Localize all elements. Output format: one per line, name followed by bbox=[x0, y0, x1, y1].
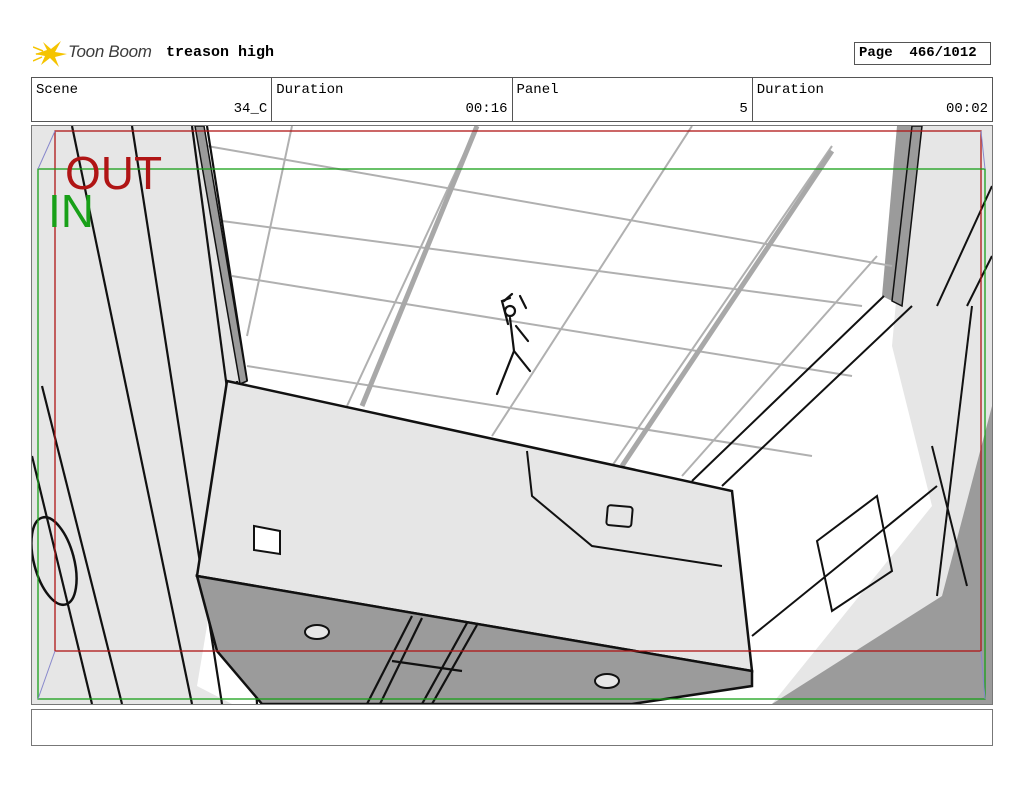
panel-info-bar: Scene 34_C Duration 00:16 Panel 5 Durati… bbox=[31, 77, 993, 122]
storyboard-panel[interactable]: OUT IN bbox=[31, 125, 993, 705]
project-title: treason high bbox=[166, 44, 275, 61]
panel-sketch bbox=[32, 126, 992, 704]
scene-value: 34_C bbox=[233, 101, 268, 117]
panel-label: Panel bbox=[516, 82, 559, 98]
scene-label: Scene bbox=[36, 82, 79, 98]
panel-cell: Panel 5 bbox=[513, 78, 753, 121]
scene-duration-label: Duration bbox=[276, 82, 344, 98]
scene-cell: Scene 34_C bbox=[32, 78, 273, 121]
logo-wordmark: Toon Boom bbox=[68, 42, 152, 61]
scene-duration-value: 00:16 bbox=[465, 101, 508, 117]
page-indicator: Page 466/1012 bbox=[854, 42, 991, 65]
panel-duration-cell: Duration 00:02 bbox=[753, 78, 992, 121]
panel-duration-value: 00:02 bbox=[945, 101, 988, 117]
scene-duration-cell: Duration 00:16 bbox=[272, 78, 513, 121]
in-frame-label: IN bbox=[48, 185, 94, 237]
panel-value: 5 bbox=[739, 101, 748, 117]
page-label: Page bbox=[859, 45, 893, 61]
panel-notes-box[interactable] bbox=[31, 709, 993, 746]
page-number: 466/1012 bbox=[909, 45, 977, 61]
panel-duration-label: Duration bbox=[756, 82, 824, 98]
